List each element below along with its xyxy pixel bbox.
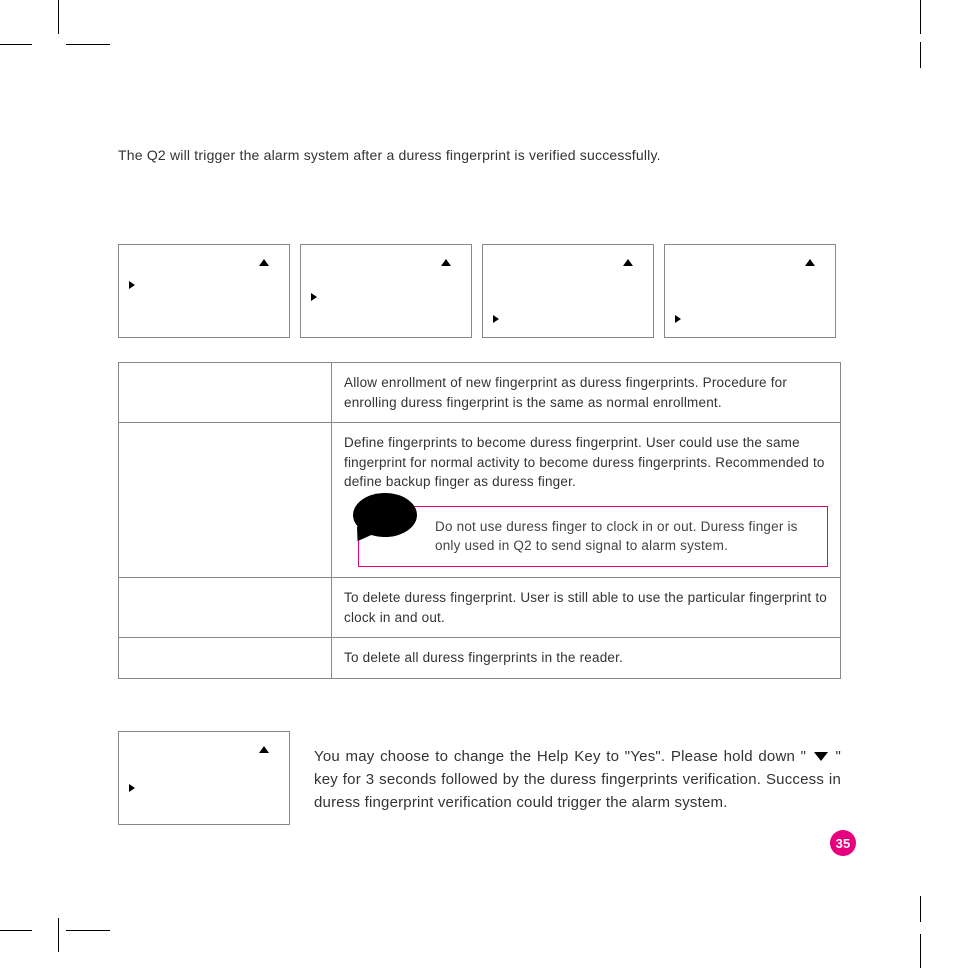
menu-screen-4 — [664, 244, 836, 338]
row-desc: To delete duress fingerprint. User is st… — [332, 577, 841, 637]
triangle-up-icon — [441, 259, 451, 266]
page-number-badge: 35 — [830, 830, 856, 856]
callout-text: Do not use duress finger to clock in or … — [435, 519, 798, 554]
warning-callout: Do not use duress finger to clock in or … — [358, 506, 828, 567]
table-row: To delete duress fingerprint. User is st… — [119, 577, 841, 637]
help-key-paragraph: You may choose to change the Help Key to… — [314, 731, 841, 815]
table-row: Define fingerprints to become duress fin… — [119, 423, 841, 578]
triangle-up-icon — [623, 259, 633, 266]
triangle-up-icon — [259, 746, 269, 753]
feature-table: Allow enrollment of new fingerprint as d… — [118, 362, 841, 679]
menu-screen-2 — [300, 244, 472, 338]
triangle-right-icon — [493, 315, 499, 323]
menu-screens-row — [118, 244, 841, 338]
speech-bubble-icon — [353, 493, 417, 537]
help-text-pre: You may choose to change the Help Key to… — [314, 748, 812, 765]
menu-screen-help — [118, 731, 290, 825]
row-desc-text: Define fingerprints to become duress fin… — [344, 435, 825, 489]
row-label — [119, 577, 332, 637]
table-row: To delete all duress fingerprints in the… — [119, 638, 841, 679]
row-label — [119, 638, 332, 679]
row-label — [119, 363, 332, 423]
triangle-up-icon — [805, 259, 815, 266]
triangle-right-icon — [675, 315, 681, 323]
row-desc: Allow enrollment of new fingerprint as d… — [332, 363, 841, 423]
row-desc: Define fingerprints to become duress fin… — [332, 423, 841, 578]
lower-section: You may choose to change the Help Key to… — [118, 731, 841, 825]
menu-screen-3 — [482, 244, 654, 338]
menu-screen-1 — [118, 244, 290, 338]
row-label — [119, 423, 332, 578]
row-desc: To delete all duress fingerprints in the… — [332, 638, 841, 679]
triangle-right-icon — [311, 293, 317, 301]
triangle-up-icon — [259, 259, 269, 266]
table-row: Allow enrollment of new fingerprint as d… — [119, 363, 841, 423]
intro-paragraph: The Q2 will trigger the alarm system aft… — [118, 145, 841, 166]
triangle-down-icon — [814, 752, 828, 761]
triangle-right-icon — [129, 784, 135, 792]
triangle-right-icon — [129, 281, 135, 289]
